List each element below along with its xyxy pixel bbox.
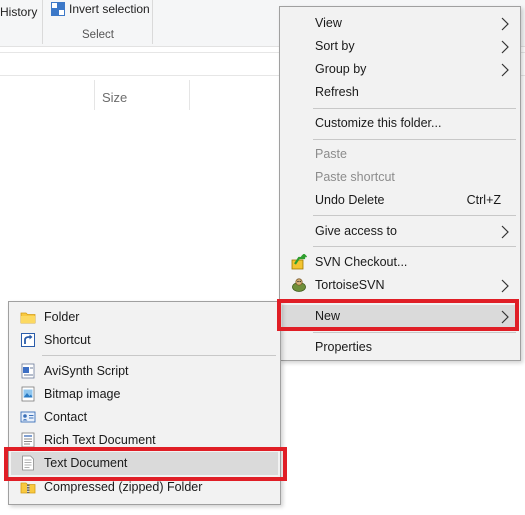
chevron-right-icon — [501, 279, 509, 293]
new-item-text-document[interactable]: Text Document — [11, 452, 278, 475]
new-item-rich-text[interactable]: Rich Text Document — [11, 429, 278, 452]
new-item-shortcut[interactable]: Shortcut — [11, 329, 278, 352]
new-item-bitmap[interactable]: Bitmap image — [11, 383, 278, 406]
bitmap-image-icon — [21, 386, 35, 402]
chevron-right-icon — [501, 63, 509, 77]
menu-item-give-access[interactable]: Give access to — [282, 220, 518, 243]
new-item-folder[interactable]: Folder — [11, 306, 278, 329]
menu-item-undo-delete[interactable]: Undo Delete Ctrl+Z — [282, 189, 518, 212]
new-item-avisynth[interactable]: AviSynth Script — [11, 360, 278, 383]
menu-separator — [42, 355, 276, 356]
menu-separator — [313, 246, 516, 247]
menu-item-group-by[interactable]: Group by — [282, 58, 518, 81]
menu-item-view[interactable]: View — [282, 12, 518, 35]
select-group-label: Select — [82, 29, 114, 41]
folder-icon — [20, 312, 36, 324]
invert-selection-button[interactable]: Invert selection — [51, 2, 150, 16]
menu-item-svn-checkout[interactable]: SVN Checkout... — [282, 251, 518, 274]
new-item-compressed-folder[interactable]: Compressed (zipped) Folder — [11, 476, 278, 499]
tortoise-svn-icon — [292, 278, 306, 292]
chevron-right-icon — [501, 40, 509, 54]
new-item-contact[interactable]: Contact — [11, 406, 278, 429]
menu-item-customize-folder[interactable]: Customize this folder... — [282, 112, 518, 135]
invert-selection-label: Invert selection — [69, 2, 150, 16]
ribbon-group-divider — [152, 0, 153, 44]
column-divider[interactable] — [94, 80, 95, 110]
menu-separator — [313, 139, 516, 140]
chevron-right-icon — [501, 310, 509, 324]
ribbon-group-divider — [42, 0, 43, 44]
undo-delete-shortcut: Ctrl+Z — [466, 193, 501, 207]
rich-text-document-icon — [21, 432, 35, 448]
column-divider[interactable] — [189, 80, 190, 110]
chevron-right-icon — [501, 225, 509, 239]
new-submenu: Folder Shortcut AviSynth Script Bitmap i… — [8, 301, 281, 505]
menu-separator — [313, 108, 516, 109]
menu-item-paste-shortcut: Paste shortcut — [315, 170, 395, 184]
svn-checkout-icon — [291, 254, 307, 270]
shortcut-arrow-icon — [21, 333, 35, 347]
context-menu: View Sort by Group by Refresh Customize … — [279, 6, 521, 361]
menu-item-paste: Paste — [315, 147, 347, 161]
menu-item-properties[interactable]: Properties — [282, 336, 518, 359]
zip-folder-icon — [20, 482, 36, 494]
menu-separator — [313, 215, 516, 216]
menu-separator — [313, 332, 516, 333]
avisynth-script-icon — [21, 363, 35, 379]
size-column-header[interactable]: Size — [102, 90, 127, 105]
menu-item-sort-by[interactable]: Sort by — [282, 35, 518, 58]
menu-item-refresh[interactable]: Refresh — [282, 81, 518, 104]
contact-card-icon — [20, 411, 36, 423]
menu-item-tortoise-svn[interactable]: TortoiseSVN — [282, 274, 518, 297]
menu-separator — [313, 300, 516, 301]
chevron-right-icon — [501, 17, 509, 31]
menu-item-new[interactable]: New — [282, 305, 518, 328]
ribbon-history-button[interactable]: History — [0, 5, 37, 19]
invert-selection-icon — [51, 2, 65, 16]
text-document-icon — [22, 455, 34, 471]
